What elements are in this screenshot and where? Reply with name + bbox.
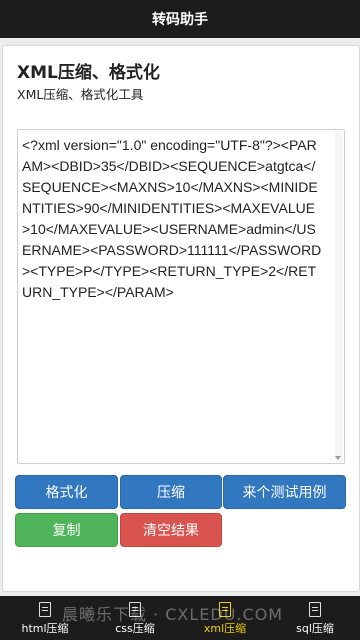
app-title: 转码助手 <box>152 12 208 28</box>
document-icon <box>309 602 321 617</box>
copy-button[interactable]: 复制 <box>15 513 118 547</box>
tab-css[interactable]: css压缩 <box>90 596 180 640</box>
tab-sql[interactable]: sql压缩 <box>270 596 360 640</box>
page-subtitle: XML压缩、格式化工具 <box>17 87 144 102</box>
page-title: XML压缩、格式化 <box>17 63 160 83</box>
tab-label: html压缩 <box>21 622 69 635</box>
scroll-down-icon[interactable] <box>335 456 341 460</box>
document-icon <box>219 602 231 617</box>
compress-button[interactable]: 压缩 <box>120 475 222 509</box>
document-icon <box>39 602 51 617</box>
tab-label: css压缩 <box>115 622 155 635</box>
format-button[interactable]: 格式化 <box>15 475 118 509</box>
clear-button[interactable]: 清空结果 <box>120 513 222 547</box>
tab-label: sql压缩 <box>296 622 334 635</box>
app-title-bar: 转码助手 <box>0 0 360 38</box>
sample-button[interactable]: 来个测试用例 <box>223 475 346 509</box>
tab-xml[interactable]: xml压缩 <box>180 596 270 640</box>
main-panel: XML压缩、格式化 XML压缩、格式化工具 <?xml version="1.0… <box>2 45 360 592</box>
scrollbar[interactable] <box>335 131 343 462</box>
document-icon <box>129 602 141 617</box>
xml-content[interactable]: <?xml version="1.0" encoding="UTF-8"?><P… <box>18 130 344 303</box>
xml-textarea[interactable]: <?xml version="1.0" encoding="UTF-8"?><P… <box>17 129 345 464</box>
tab-html[interactable]: html压缩 <box>0 596 90 640</box>
tab-label: xml压缩 <box>203 622 247 635</box>
bottom-tab-bar: html压缩 css压缩 xml压缩 sql压缩 晨曦乐下载 · CXLEDU.… <box>0 596 360 640</box>
